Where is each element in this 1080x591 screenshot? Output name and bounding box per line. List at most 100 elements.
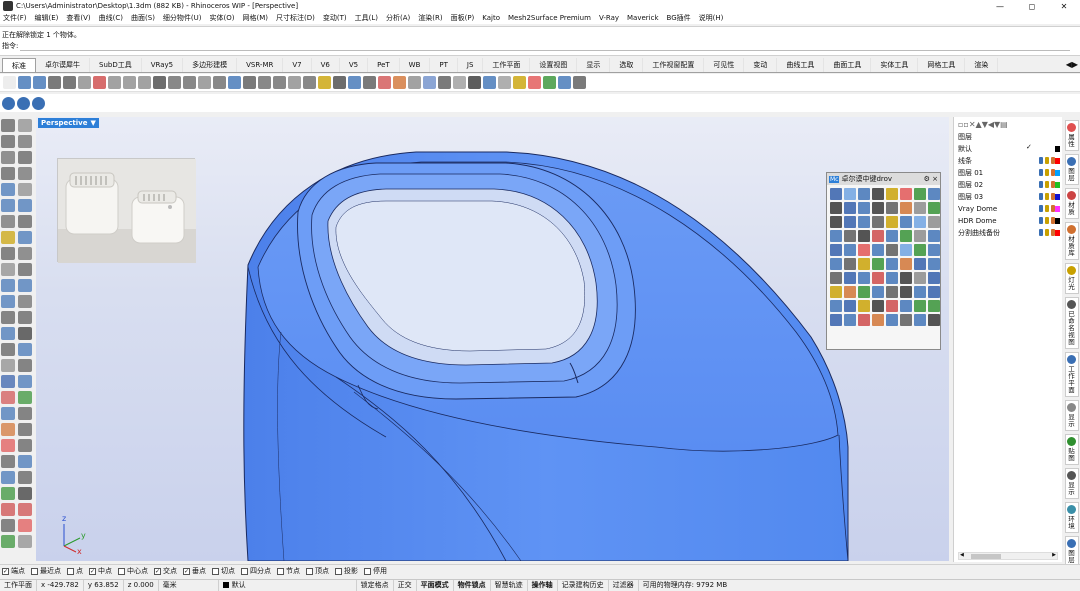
- status-cplane[interactable]: 工作平面: [0, 579, 37, 591]
- layer-color-swatch[interactable]: [1055, 158, 1060, 164]
- tool-icon[interactable]: [1, 455, 15, 468]
- side-tab[interactable]: 显示: [1064, 400, 1079, 431]
- tool-icon[interactable]: [1, 407, 15, 420]
- layer-row[interactable]: 线条: [954, 155, 1062, 167]
- palette-tool-icon[interactable]: [858, 272, 870, 284]
- side-tab[interactable]: 贴图: [1064, 434, 1079, 465]
- toolbar-tab[interactable]: V5: [340, 58, 369, 72]
- osnap-option[interactable]: 切点: [212, 566, 235, 576]
- tool-icon[interactable]: [1, 183, 15, 196]
- tool-icon[interactable]: [18, 295, 32, 308]
- palette-tool-icon[interactable]: [914, 244, 926, 256]
- toolbar-tab[interactable]: 实体工具: [871, 58, 919, 72]
- tool-icon[interactable]: [93, 76, 106, 89]
- toolbar-tab[interactable]: 设置视图: [530, 58, 578, 72]
- tool-icon[interactable]: [1, 471, 15, 484]
- palette-tool-icon[interactable]: [900, 188, 912, 200]
- palette-tool-icon[interactable]: [872, 300, 884, 312]
- scroll-right-icon[interactable]: ▶: [1052, 552, 1056, 558]
- palette-tool-icon[interactable]: [914, 286, 926, 298]
- palette-tool-icon[interactable]: [858, 286, 870, 298]
- palette-tool-icon[interactable]: [886, 258, 898, 270]
- layer-color-swatch[interactable]: [1055, 206, 1060, 212]
- toolbar-tab[interactable]: 卓尔谟犀牛: [36, 58, 90, 72]
- palette-tool-icon[interactable]: [830, 188, 842, 200]
- palette-tool-icon[interactable]: [928, 188, 940, 200]
- osnap-checkbox[interactable]: [212, 567, 219, 575]
- layer-state-icons[interactable]: [1039, 169, 1055, 176]
- tool-icon[interactable]: [18, 487, 32, 500]
- palette-tool-icon[interactable]: [900, 272, 912, 284]
- palette-tool-icon[interactable]: [872, 258, 884, 270]
- command-input[interactable]: [20, 41, 1071, 51]
- toolbar-tab[interactable]: VSR-MR: [237, 58, 284, 72]
- palette-controls[interactable]: ⚙ ×: [924, 175, 938, 183]
- palette-tool-icon[interactable]: [928, 300, 940, 312]
- toolbar-tab[interactable]: 选取: [610, 58, 644, 72]
- tool-icon[interactable]: [213, 76, 226, 89]
- osnap-option[interactable]: 点: [67, 566, 83, 576]
- scroll-left-icon[interactable]: ◀: [960, 552, 964, 558]
- palette-tool-icon[interactable]: [914, 202, 926, 214]
- layer-color-swatch[interactable]: [1055, 146, 1060, 152]
- palette-tool-icon[interactable]: [928, 244, 940, 256]
- tool-icon[interactable]: [18, 327, 32, 340]
- palette-tool-icon[interactable]: [858, 230, 870, 242]
- viewport-menu-arrow-icon[interactable]: ▼: [90, 119, 95, 127]
- palette-tool-icon[interactable]: [900, 258, 912, 270]
- side-tab[interactable]: 材质库: [1064, 222, 1079, 260]
- palette-tool-icon[interactable]: [886, 314, 898, 326]
- palette-tool-icon[interactable]: [914, 314, 926, 326]
- status-gumball[interactable]: 操作轴: [528, 579, 558, 591]
- tool-icon[interactable]: [138, 76, 151, 89]
- tool-icon[interactable]: [18, 119, 32, 132]
- palette-tool-icon[interactable]: [886, 202, 898, 214]
- palette-tool-icon[interactable]: [872, 272, 884, 284]
- palette-tool-icon[interactable]: [844, 188, 856, 200]
- palette-tool-icon[interactable]: [900, 300, 912, 312]
- palette-tool-icon[interactable]: [830, 216, 842, 228]
- tool-icon[interactable]: [423, 76, 436, 89]
- viewport-gear-icon[interactable]: [2, 96, 15, 110]
- tab-scroll-arrows[interactable]: ◀▶: [1066, 60, 1078, 69]
- tool-icon[interactable]: [273, 76, 286, 89]
- tool-icon[interactable]: [1, 167, 15, 180]
- palette-tool-icon[interactable]: [830, 272, 842, 284]
- tool-icon[interactable]: [1, 343, 15, 356]
- layer-row[interactable]: HDR Dome: [954, 215, 1062, 227]
- viewport-gear-icon[interactable]: [32, 96, 45, 110]
- tool-icon[interactable]: [1, 295, 15, 308]
- tool-icon[interactable]: [198, 76, 211, 89]
- menu-item[interactable]: Kajto: [482, 14, 500, 22]
- status-history[interactable]: 记录建构历史: [558, 579, 609, 591]
- palette-tool-icon[interactable]: [900, 202, 912, 214]
- tool-icon[interactable]: [18, 391, 32, 404]
- side-tab[interactable]: 材质: [1064, 188, 1079, 219]
- tool-icon[interactable]: [498, 76, 511, 89]
- layer-state-icons[interactable]: [1039, 157, 1055, 164]
- side-tab[interactable]: 图层: [1064, 154, 1079, 185]
- osnap-option[interactable]: 停用: [364, 566, 387, 576]
- palette-tool-icon[interactable]: [886, 188, 898, 200]
- tool-icon[interactable]: [408, 76, 421, 89]
- tool-icon[interactable]: [18, 263, 32, 276]
- viewport-title-button[interactable]: Perspective ▼: [38, 118, 99, 128]
- menu-item[interactable]: Maverick: [627, 14, 659, 22]
- layer-row[interactable]: 图层 01: [954, 167, 1062, 179]
- palette-tool-icon[interactable]: [858, 300, 870, 312]
- palette-tool-icon[interactable]: [872, 230, 884, 242]
- palette-tool-icon[interactable]: [886, 286, 898, 298]
- tool-icon[interactable]: [18, 215, 32, 228]
- palette-tool-icon[interactable]: [858, 202, 870, 214]
- tool-icon[interactable]: [18, 455, 32, 468]
- palette-tool-icon[interactable]: [844, 216, 856, 228]
- menu-item[interactable]: 文件(F): [3, 13, 27, 23]
- palette-tool-icon[interactable]: [928, 258, 940, 270]
- palette-tool-icon[interactable]: [928, 202, 940, 214]
- palette-tool-icon[interactable]: [900, 244, 912, 256]
- palette-tool-icon[interactable]: [928, 216, 940, 228]
- toolbar-tab[interactable]: 多边形建模: [183, 58, 238, 72]
- layer-state-icons[interactable]: [1039, 205, 1055, 212]
- osnap-checkbox[interactable]: [306, 567, 313, 575]
- tool-icon[interactable]: [18, 471, 32, 484]
